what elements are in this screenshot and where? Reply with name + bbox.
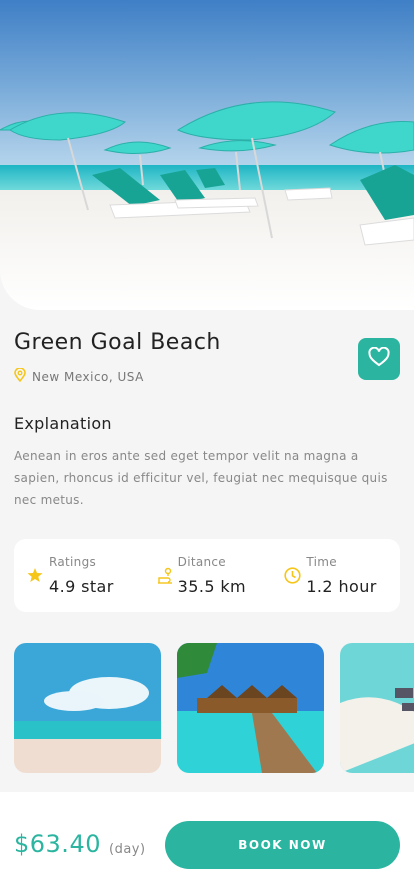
explanation-heading: Explanation — [14, 414, 112, 433]
explanation-text: Aenean in eros ante sed eget tempor veli… — [14, 449, 388, 507]
stats-card: Ratings 4.9 star Ditance 35.5 km Time 1.… — [14, 539, 400, 612]
place-header: Green Goal Beach New Mexico, USA — [14, 330, 400, 384]
stat-value: 1.2 hour — [306, 577, 377, 596]
gallery-photo[interactable] — [14, 643, 161, 773]
hero-image — [0, 0, 414, 310]
beach-detail-screen: Green Goal Beach New Mexico, USA Explana… — [0, 0, 414, 896]
star-icon — [27, 567, 43, 587]
page-title: Green Goal Beach — [14, 330, 221, 355]
favorite-button[interactable] — [358, 338, 400, 380]
route-icon — [156, 567, 174, 589]
booking-footer: $63.40 (day) BOOK NOW — [0, 792, 414, 896]
price-amount: $63.40 — [14, 830, 101, 858]
clock-icon — [284, 567, 301, 588]
gallery-photo[interactable] — [340, 643, 414, 773]
stat-time: Time 1.2 hour — [271, 539, 400, 612]
location-row: New Mexico, USA — [14, 367, 144, 385]
gallery-photo[interactable] — [177, 643, 324, 773]
stat-value: 35.5 km — [177, 577, 247, 596]
stat-label: Time — [306, 555, 337, 569]
stat-ratings: Ratings 4.9 star — [14, 539, 143, 612]
price-period: (day) — [109, 842, 146, 857]
location-pin-icon — [14, 367, 26, 385]
heart-icon — [368, 346, 390, 371]
stat-distance: Ditance 35.5 km — [143, 539, 272, 612]
stat-value: 4.9 star — [49, 577, 114, 596]
stat-label: Ratings — [49, 555, 97, 569]
stat-label: Ditance — [177, 555, 226, 569]
explanation-section: Explanation Aenean in eros ante sed eget… — [14, 414, 400, 511]
location-text: New Mexico, USA — [32, 369, 144, 384]
book-now-button[interactable]: BOOK NOW — [165, 821, 400, 869]
photo-gallery[interactable] — [14, 643, 414, 773]
